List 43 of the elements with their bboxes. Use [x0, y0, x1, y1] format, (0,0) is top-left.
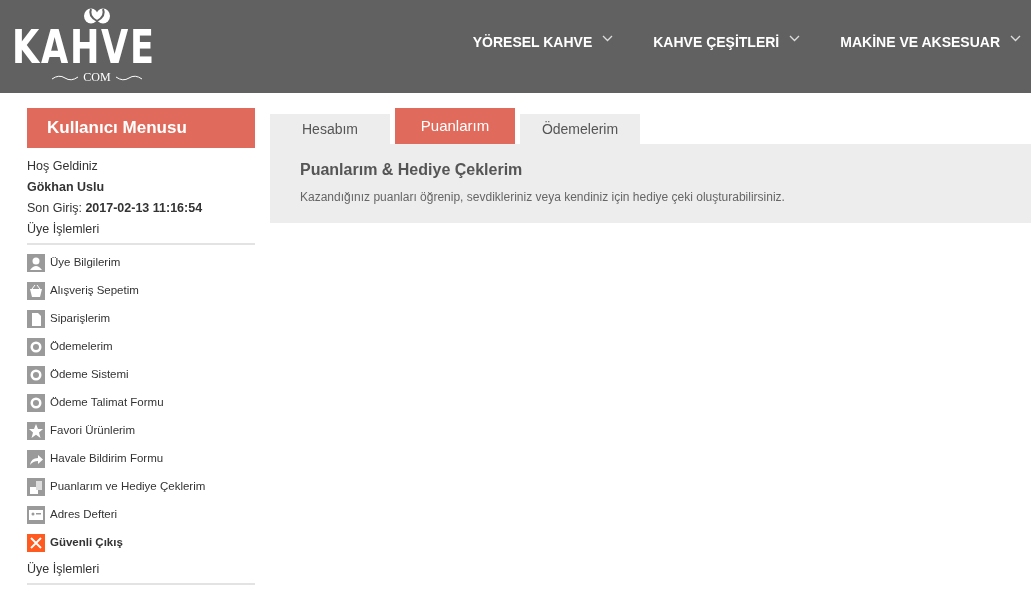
coins-icon: [27, 478, 45, 496]
menu-item[interactable]: Puanlarım ve Hediye Çeklerim: [27, 473, 255, 501]
section-heading: Üye İşlemleri: [27, 557, 255, 585]
chevron-down-icon: [602, 35, 614, 42]
welcome-text: Hoş Geldiniz: [27, 158, 99, 175]
sidebar-title: Kullanıcı Menusu: [27, 108, 255, 148]
flourish-icon: [51, 73, 80, 82]
tab[interactable]: Ödemelerim: [520, 114, 640, 144]
nav-link[interactable]: YÖRESEL KAHVE: [472, 32, 614, 53]
coin-icon: [27, 366, 45, 384]
menu-item[interactable]: Favori Ürünlerim: [27, 417, 255, 445]
menu-item[interactable]: Alışveriş Sepetim: [27, 277, 255, 305]
star-icon: [27, 422, 45, 440]
chevron-down-icon: [1010, 35, 1021, 42]
last-login-text: Son Giriş: 2017-02-13 11:16:54: [27, 200, 204, 217]
menu-item[interactable]: Ödeme Sistemi: [27, 361, 255, 389]
flourish-icon: [114, 73, 143, 82]
share-icon: [27, 450, 45, 468]
panel-description: Kazandığınız puanları öğrenip, sevdikleriniz veya kendiniz için hediye çeki oluşturabilirsiniz.: [300, 189, 786, 206]
document-icon: [27, 310, 45, 328]
coin-icon: [27, 338, 45, 356]
menu-item[interactable]: Adres Defteri: [27, 501, 255, 529]
panel-title: Puanlarım & Hediye Çeklerim: [300, 160, 524, 180]
tab[interactable]: Hesabım: [270, 114, 390, 144]
nav-link[interactable]: MAKİNE VE AKSESUAR: [840, 32, 1021, 53]
coffee-bean-icon: [83, 8, 111, 24]
menu-item[interactable]: Havale Bildirim Formu: [27, 445, 255, 473]
logo-text: KAHVE: [12, 24, 157, 70]
menu-item[interactable]: Ödemelerim: [27, 333, 255, 361]
user-name: Gökhan Uslu: [27, 179, 106, 196]
menu-item[interactable]: Siparişlerim: [27, 305, 255, 333]
coin-icon: [27, 394, 45, 412]
nav-link[interactable]: KAHVE ÇEŞİTLERİ: [653, 32, 801, 53]
menu-item[interactable]: Güvenli Çıkış: [27, 529, 255, 557]
basket-icon: [27, 282, 45, 300]
user-icon: [27, 254, 45, 272]
section-heading: Üye İşlemleri: [27, 219, 255, 245]
exit-icon: [27, 534, 45, 552]
logo-subtext: COM: [83, 70, 111, 85]
menu-item[interactable]: Üye Bilgilerim: [27, 249, 255, 277]
card-icon: [27, 506, 45, 524]
chevron-down-icon: [789, 35, 801, 42]
menu-item[interactable]: Ödeme Talimat Formu: [27, 389, 255, 417]
